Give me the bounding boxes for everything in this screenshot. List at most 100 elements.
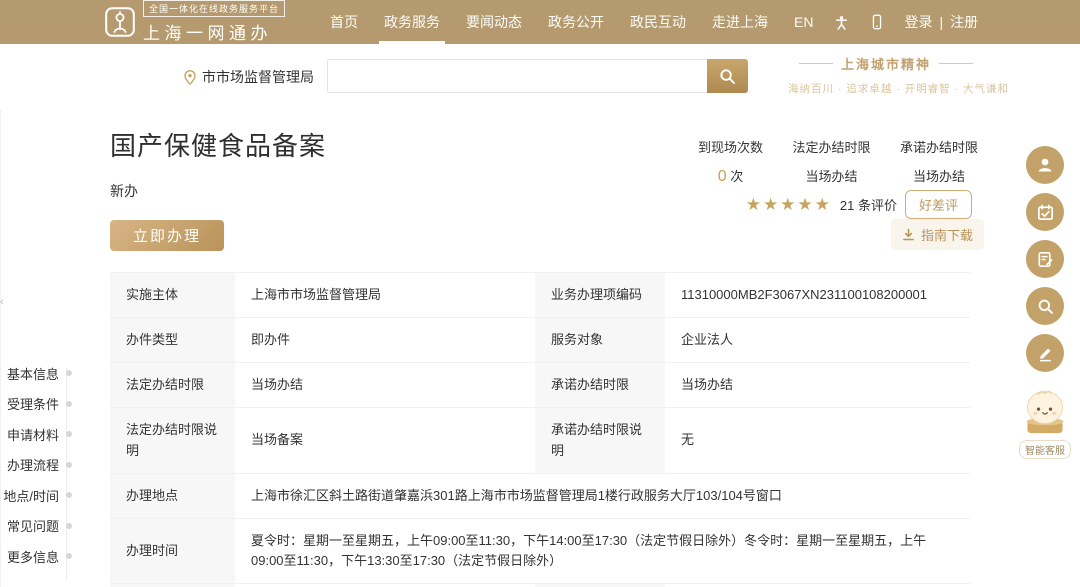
row-value: 即办件 <box>235 318 535 362</box>
sub-header: 市市场监督管理局 上海城市精神 海纳百川 · 追求卓越 · 开明睿智 · 大气谦… <box>0 44 1080 110</box>
row-label: 办件类型 <box>110 318 235 362</box>
stat-label: 法定办结时限 <box>792 137 870 156</box>
header-right-group: 登录 | 注册 <box>832 0 978 44</box>
search-input[interactable] <box>327 59 707 93</box>
anchor-item-label: 基本信息 <box>7 364 59 383</box>
search-icon <box>719 68 736 85</box>
search-button[interactable] <box>707 59 748 93</box>
review-button[interactable]: 好差评 <box>905 190 972 219</box>
row-value: 企业法人 <box>665 318 970 362</box>
login-register-separator: | <box>939 14 943 30</box>
anchor-dot <box>66 462 72 468</box>
row-label: 承诺办结时限 <box>535 363 665 407</box>
logo-icon <box>105 7 135 37</box>
row-label: 办理地点 <box>110 474 235 518</box>
nav-gov-services[interactable]: 政务服务 <box>371 0 453 44</box>
anchor-dot <box>66 553 72 559</box>
page: 全国一体化在线政务服务平台 上海一网通办 首页 政务服务 要闻动态 政务公开 政… <box>0 0 1080 587</box>
mascot-icon <box>1021 384 1069 438</box>
login-register-group: 登录 | 注册 <box>904 12 978 32</box>
mobile-icon[interactable] <box>868 13 886 31</box>
anchor-item-location-time[interactable]: 地点/时间 <box>0 480 72 511</box>
table-row: 法定办结时限说明 当场备案 承诺办结时限说明 无 <box>110 408 970 473</box>
anchor-item-application-materials[interactable]: 申请材料 <box>0 419 72 450</box>
anchor-item-label: 办理流程 <box>7 455 59 474</box>
row-value: 上海市市场监督管理局 <box>235 273 535 317</box>
row-label: 法定办结时限 <box>110 363 235 407</box>
row-value: 夏令时：星期一至星期五，上午09:00至11:30，下午14:00至17:30（… <box>235 519 970 583</box>
anchor-item-faq[interactable]: 常见问题 <box>0 511 72 542</box>
anchor-dot <box>66 401 72 407</box>
table-row: 办理时间 夏令时：星期一至星期五，上午09:00至11:30，下午14:00至1… <box>110 519 970 584</box>
mascot-label: 智能客服 <box>1019 440 1071 459</box>
document-edit-icon[interactable] <box>1026 240 1064 278</box>
search-icon[interactable] <box>1026 287 1064 325</box>
stat-unit: 次 <box>730 169 743 184</box>
nav-home[interactable]: 首页 <box>317 0 371 44</box>
stat-onsite-visits: 到现场次数 0 次 <box>698 137 763 186</box>
stat-label: 承诺办结时限 <box>900 137 978 156</box>
spirit-dash-right <box>939 63 973 64</box>
nav-lang-en[interactable]: EN <box>781 0 826 44</box>
nav-gov-open[interactable]: 政务公开 <box>535 0 617 44</box>
nav-news[interactable]: 要闻动态 <box>453 0 535 44</box>
table-row: 实施主体 上海市市场监督管理局 业务办理项编码 11310000MB2F3067… <box>110 273 970 318</box>
row-label: 服务对象 <box>535 318 665 362</box>
guide-download-button[interactable]: 指南下载 <box>891 219 984 250</box>
login-link[interactable]: 登录 <box>904 12 932 32</box>
row-label: 业务办理项编码 <box>535 273 665 317</box>
anchor-item-label: 更多信息 <box>7 547 59 566</box>
pencil-icon[interactable] <box>1026 334 1064 372</box>
anchor-item-label: 地点/时间 <box>3 486 59 505</box>
user-icon[interactable] <box>1026 146 1064 184</box>
anchor-item-label: 受理条件 <box>7 394 59 413</box>
anchor-item-label: 常见问题 <box>7 516 59 535</box>
stat-number: 0 <box>718 168 727 185</box>
star-rating: ★★★★★ <box>746 195 832 215</box>
row-value: 11310000MB2F3067XN231100108200001 <box>665 273 970 317</box>
anchor-item-acceptance-conditions[interactable]: 受理条件 <box>0 389 72 420</box>
nav-civic-interaction[interactable]: 政民互动 <box>617 0 699 44</box>
anchor-dot <box>66 492 72 498</box>
floating-toolbar: 智能客服 <box>1019 146 1071 459</box>
rating-row: ★★★★★ 21 条评价 好差评 <box>752 190 972 219</box>
row-value: 当场办结 <box>665 363 970 407</box>
anchor-item-label: 申请材料 <box>7 425 59 444</box>
platform-label: 全国一体化在线政务服务平台 <box>143 0 285 17</box>
rating-count: 21 条评价 <box>840 195 897 214</box>
table-row: 法定办结时限 当场办结 承诺办结时限 当场办结 <box>110 363 970 408</box>
guide-download-label: 指南下载 <box>921 225 973 244</box>
row-value: 上海市徐汇区斜土路街道肇嘉浜301路上海市市场监督管理局1楼行政服务大厅103/… <box>235 474 970 518</box>
stat-promised-time: 承诺办结时限 当场办结 <box>900 137 978 186</box>
row-label: 实施主体 <box>110 273 235 317</box>
department-selector[interactable]: 市市场监督管理局 <box>184 67 314 87</box>
stat-value: 当场办结 <box>792 166 870 185</box>
spirit-dash-left <box>799 63 833 64</box>
table-row: 办件类型 即办件 服务对象 企业法人 <box>110 318 970 363</box>
row-label: 办理时间 <box>110 519 235 583</box>
register-link[interactable]: 注册 <box>950 12 978 32</box>
row-value: 无 <box>665 408 970 472</box>
row-value: 当场办结 <box>235 363 535 407</box>
anchor-dot <box>66 431 72 437</box>
city-spirit-title: 上海城市精神 <box>841 54 931 73</box>
row-label: 法定办结时限说明 <box>110 408 235 472</box>
anchor-item-more-info[interactable]: 更多信息 <box>0 541 72 572</box>
anchor-item-basic-info[interactable]: 基本信息 <box>0 358 72 389</box>
ai-assistant-mascot[interactable]: 智能客服 <box>1019 384 1071 459</box>
left-panel-divider <box>0 110 1 587</box>
site-logo[interactable]: 全国一体化在线政务服务平台 上海一网通办 <box>105 0 285 44</box>
service-stats: 到现场次数 0 次 法定办结时限 当场办结 承诺办结时限 当场办结 <box>698 137 978 186</box>
accessibility-icon[interactable] <box>832 13 850 31</box>
anchor-item-process[interactable]: 办理流程 <box>0 450 72 481</box>
row-value: 当场备案 <box>235 408 535 472</box>
apply-now-button[interactable]: 立即办理 <box>110 220 224 251</box>
nav-about-shanghai[interactable]: 走进上海 <box>699 0 781 44</box>
anchor-dot <box>66 523 72 529</box>
calendar-check-icon[interactable] <box>1026 193 1064 231</box>
search-bar <box>327 59 748 93</box>
panel-collapse-arrow[interactable]: ‹ <box>0 296 4 308</box>
anchor-dot <box>66 370 72 376</box>
stat-value: 0 次 <box>698 166 763 186</box>
page-title: 国产保健食品备案 <box>110 126 326 163</box>
